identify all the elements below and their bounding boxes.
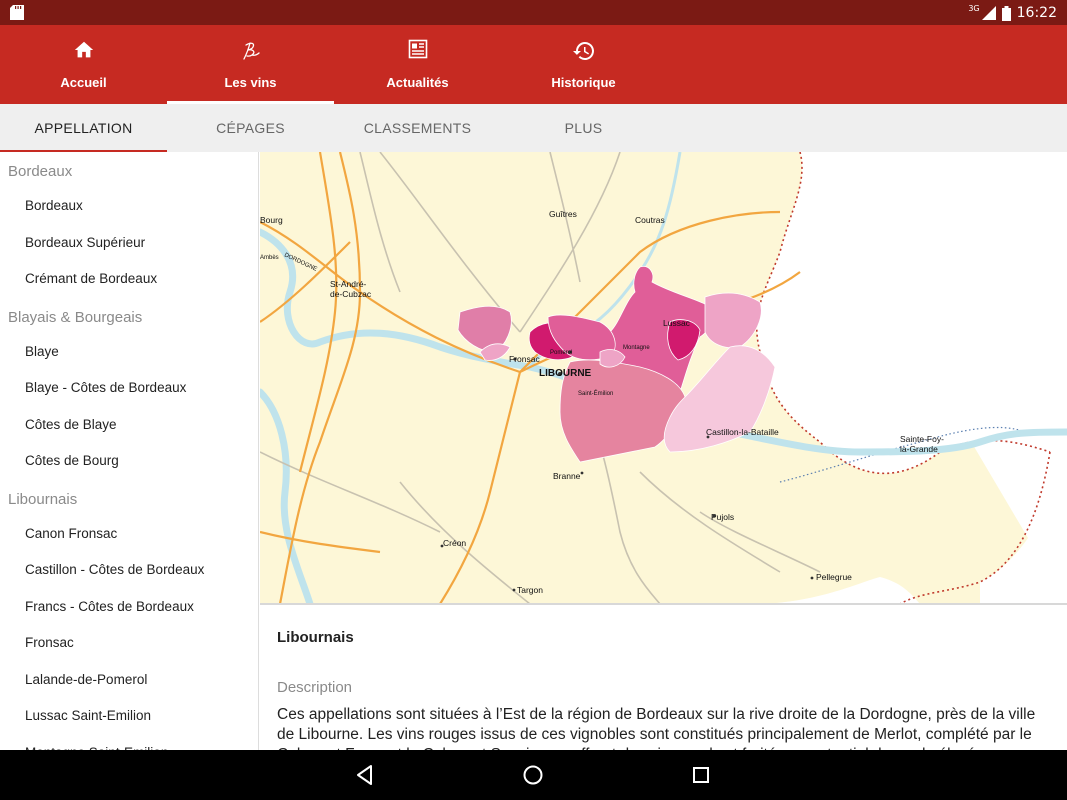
list-item[interactable]: Lussac Saint-Emilion	[0, 698, 258, 735]
nav-label: Accueil	[60, 75, 107, 90]
tab-plus[interactable]: PLUS	[500, 104, 667, 152]
home-circle-icon[interactable]	[520, 762, 546, 788]
system-navigation-bar	[0, 750, 1067, 800]
map-label-branne: Branne	[553, 471, 581, 481]
map-label-pujols: Pujols	[711, 512, 734, 522]
tab-label: CLASSEMENTS	[363, 120, 472, 136]
map-label-cubzac: de-Cubzac	[330, 289, 372, 299]
map-label-libourne: LIBOURNE	[539, 368, 592, 379]
list-item[interactable]: Lalande-de-Pomerol	[0, 662, 258, 699]
nav-les-vins[interactable]: Les vins	[167, 25, 334, 104]
newspaper-icon	[408, 39, 427, 59]
appellation-list[interactable]: Bordeaux Bordeaux Bordeaux Supérieur Cré…	[0, 152, 259, 750]
map-canvas: Bourg Guîtres Coutras DORDOGNE Ambès St-…	[260, 152, 1067, 604]
map-label-ambes: Ambès	[260, 255, 279, 261]
map-label-saint-emilion: Saint-Émilion	[578, 390, 613, 397]
group-header: Blayais & Bourgeais	[8, 308, 143, 326]
recents-icon[interactable]	[688, 762, 714, 788]
map-label-creon: Créon	[443, 538, 466, 548]
wine-signature-icon	[242, 42, 260, 60]
map-label-castillon: Castillon-la-Bataille	[706, 427, 779, 437]
map-label-sainte-foy: Sainte-Foy-	[900, 434, 944, 444]
list-item[interactable]: Bordeaux Supérieur	[0, 225, 258, 262]
sd-card-icon	[10, 5, 24, 20]
map-label-montagne: Montagne	[623, 345, 650, 351]
appellation-detail: Libournais Description Ces appellations …	[260, 605, 1067, 750]
list-item[interactable]: Canon Fronsac	[0, 516, 258, 553]
nav-label: Actualités	[386, 75, 449, 90]
map-label-bourg: Bourg	[260, 215, 283, 225]
map-label-st-andre: St-André-	[330, 279, 367, 289]
status-bar: 3G 16:22	[0, 0, 1067, 25]
list-item[interactable]: Crémant de Bordeaux	[0, 261, 258, 298]
map-label-pellegrue: Pellegrue	[816, 572, 852, 582]
list-item[interactable]: Castillon - Côtes de Bordeaux	[0, 552, 258, 589]
tab-cepages[interactable]: CÉPAGES	[167, 104, 334, 152]
nav-label: Historique	[551, 75, 616, 90]
map-label-la-grande: la-Grande	[900, 444, 938, 454]
tab-label: PLUS	[564, 120, 603, 136]
nav-actualites[interactable]: Actualités	[334, 25, 501, 104]
history-icon	[572, 42, 594, 60]
nav-accueil[interactable]: Accueil	[0, 25, 167, 104]
back-icon[interactable]	[352, 762, 378, 788]
list-item[interactable]: Blaye - Côtes de Bordeaux	[0, 370, 258, 407]
group-header: Bordeaux	[8, 163, 73, 180]
map-label-guitres: Guîtres	[549, 209, 577, 219]
clock: 16:22	[1016, 5, 1057, 21]
description-text: Ces appellations sont situées à l’Est de…	[277, 706, 1036, 750]
list-item[interactable]: Côtes de Blaye	[0, 407, 258, 444]
list-item[interactable]: Bordeaux	[0, 188, 258, 225]
detail-title: Libournais	[277, 629, 354, 646]
tab-label: CÉPAGES	[216, 120, 285, 136]
tab-label: APPELLATION	[34, 120, 133, 136]
tab-appellation[interactable]: APPELLATION	[0, 104, 167, 152]
list-item[interactable]: Blaye	[0, 334, 258, 371]
map-label-pomerol: Pomerol	[550, 350, 572, 356]
nav-historique[interactable]: Historique	[500, 25, 667, 104]
list-item[interactable]: Fronsac	[0, 625, 258, 662]
tab-bar: APPELLATION CÉPAGES CLASSEMENTS PLUS	[0, 104, 1067, 152]
app-bar: Accueil Les vins Actualités Historique	[0, 25, 1067, 104]
group-header: Libournais	[8, 490, 78, 508]
map-label-targon: Targon	[517, 585, 543, 595]
description-label: Description	[277, 679, 353, 696]
home-icon	[74, 41, 93, 58]
list-item[interactable]: Côtes de Bourg	[0, 443, 258, 480]
map-label-fronsac: Fronsac	[509, 354, 540, 364]
region-map[interactable]: Bourg Guîtres Coutras DORDOGNE Ambès St-…	[260, 152, 1067, 604]
tab-classements[interactable]: CLASSEMENTS	[334, 104, 501, 152]
nav-label: Les vins	[224, 75, 277, 90]
battery-icon	[1001, 5, 1011, 21]
list-item[interactable]: Francs - Côtes de Bordeaux	[0, 589, 258, 626]
map-label-coutras: Coutras	[635, 215, 665, 225]
list-item[interactable]: Montagne Saint-Emilion	[0, 735, 258, 751]
network-type: 3G	[968, 3, 980, 13]
signal-icon	[981, 6, 996, 20]
map-label-lussac: Lussac	[663, 318, 691, 328]
